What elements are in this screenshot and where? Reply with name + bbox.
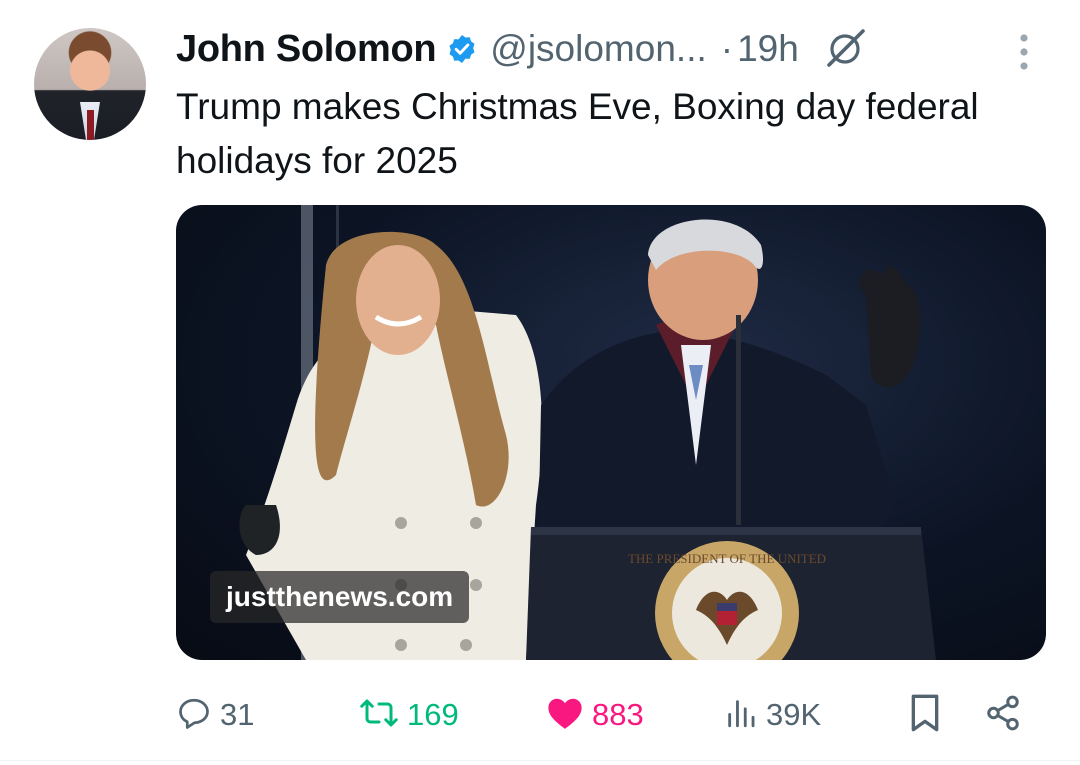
bookmark-button[interactable] [908,690,942,740]
tweet-text: Trump makes Christmas Eve, Boxing day fe… [176,86,979,181]
author-name[interactable]: John Solomon [176,28,437,71]
action-bar: 31 169 883 39K [176,690,1046,740]
watermark: justthenews.com [210,571,470,623]
like-icon [546,695,584,736]
timestamp[interactable]: 19h [737,28,799,70]
repost-count: 169 [407,697,459,732]
author-handle[interactable]: @jsolomon... [490,28,706,70]
views-count: 39K [766,697,822,732]
avatar-tie [87,110,94,140]
views-icon [724,696,758,735]
like-count: 883 [592,697,644,732]
like-button[interactable]: 883 [546,690,644,740]
bookmark-icon [908,693,942,738]
share-icon [984,694,1022,737]
views-button[interactable]: 39K [724,690,821,740]
seal-text: THE PRESIDENT OF THE UNITED [628,551,826,566]
separator-dot: · [720,28,734,69]
grok-icon[interactable] [821,25,869,73]
more-icon[interactable] [1010,30,1038,74]
tweet-header: John Solomon @jsolomon... · 19h [176,24,869,74]
tweet-media-image[interactable]: THE PRESIDENT OF THE UNITED justthenews.… [176,205,1046,660]
verified-badge-icon[interactable] [446,33,478,65]
repost-button[interactable]: 169 [359,690,459,740]
avatar[interactable] [34,28,146,140]
share-button[interactable] [984,690,1022,740]
divider [0,760,1080,761]
repost-icon [359,695,399,736]
reply-button[interactable]: 31 [176,690,254,740]
reply-icon [176,695,212,736]
reply-count: 31 [220,697,255,732]
